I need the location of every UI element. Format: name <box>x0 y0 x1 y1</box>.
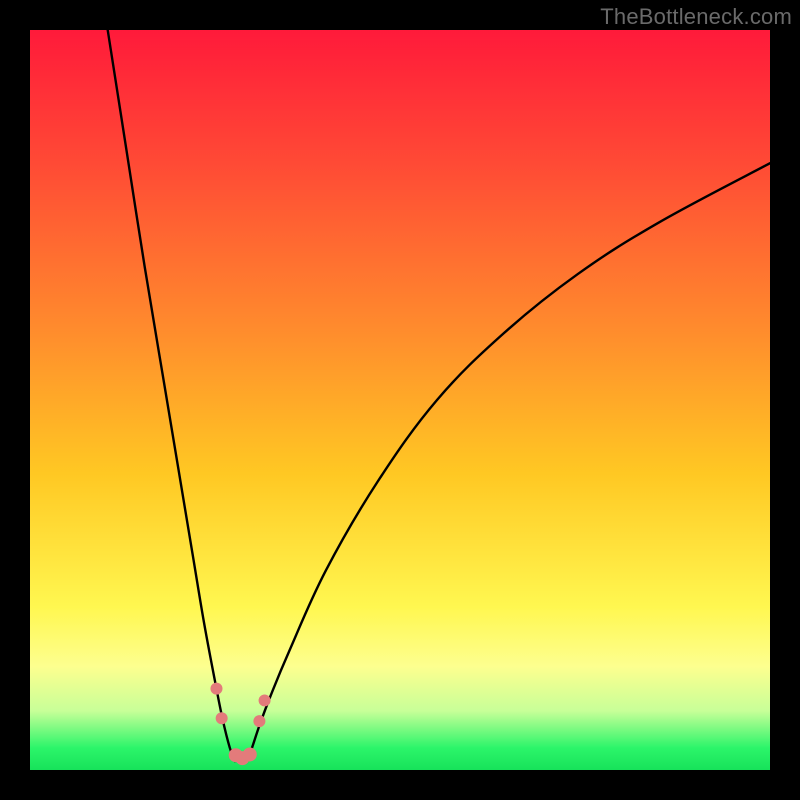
marker-group <box>210 683 270 766</box>
marker-point <box>243 747 257 761</box>
watermark-text: TheBottleneck.com <box>600 4 792 30</box>
chart-frame: TheBottleneck.com <box>0 0 800 800</box>
plot-area <box>30 30 770 770</box>
marker-point <box>216 712 228 724</box>
curve-right-branch <box>247 163 770 761</box>
marker-point <box>259 694 271 706</box>
marker-point <box>210 683 222 695</box>
curve-left-branch <box>108 30 235 761</box>
marker-point <box>253 715 265 727</box>
curve-layer <box>30 30 770 770</box>
